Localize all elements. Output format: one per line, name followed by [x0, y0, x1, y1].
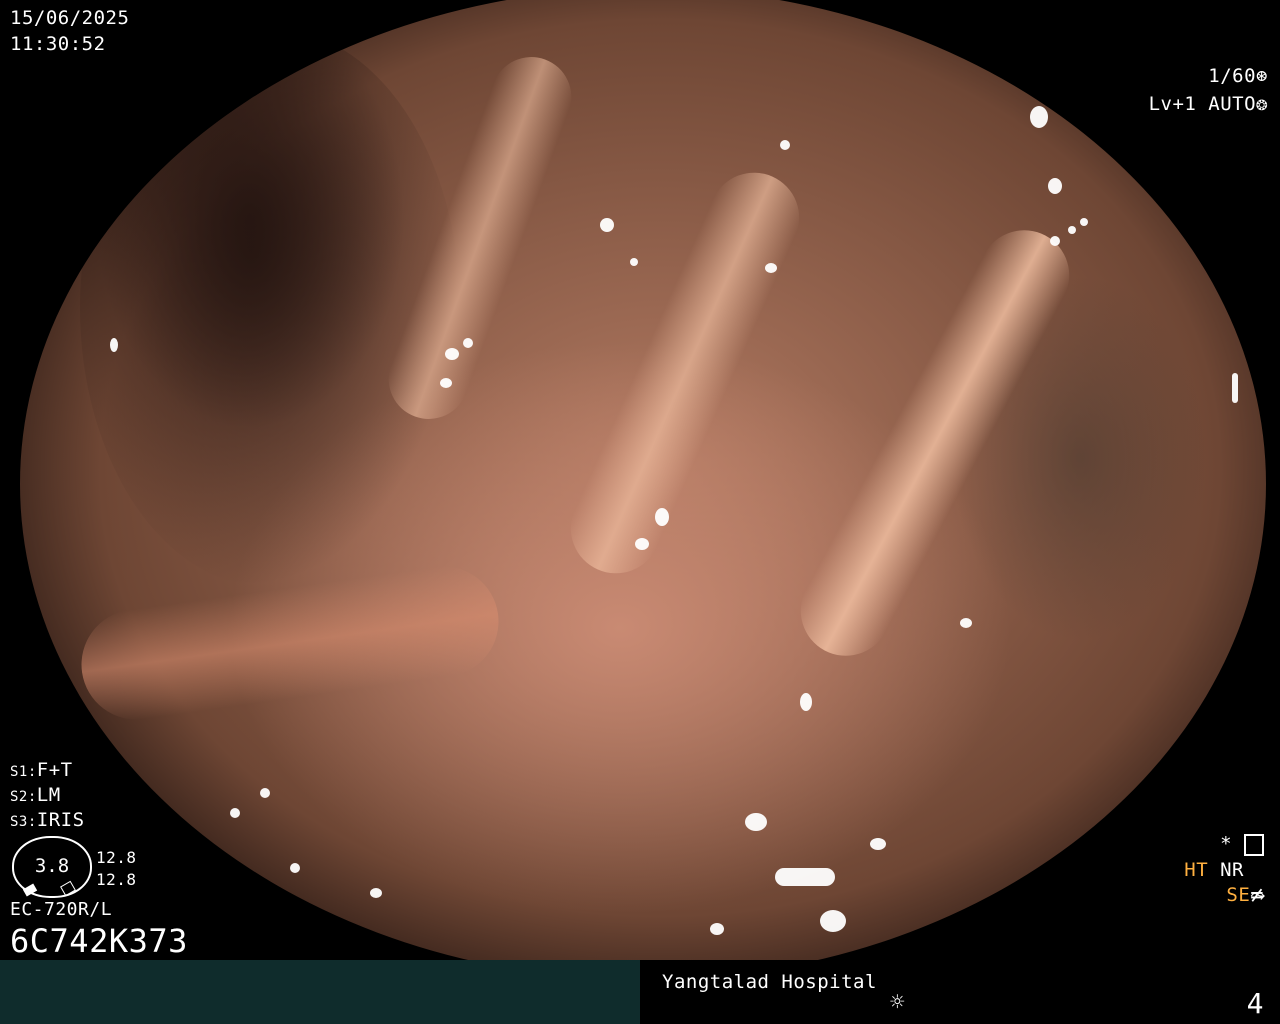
- image-count: 4: [1246, 987, 1264, 1020]
- se-label: SE: [1226, 884, 1251, 906]
- specular-highlight: [820, 910, 846, 932]
- s2-key: S2:: [10, 789, 37, 805]
- zoom-gauge: 3.8: [12, 836, 92, 898]
- specular-highlight: [775, 868, 835, 886]
- specular-highlight: [600, 218, 614, 232]
- specular-highlight: [765, 263, 777, 273]
- iris-icon: ❂: [1256, 93, 1268, 115]
- zoom-value: 3.8: [34, 855, 70, 877]
- specular-highlight: [445, 348, 459, 360]
- specular-highlight: [630, 258, 638, 266]
- setting-s3: S3:IRIS: [10, 808, 85, 834]
- bottom-bar-right: Yangtalad Hospital ☼ 4: [640, 960, 1280, 1024]
- lumen-shadow: [80, 28, 460, 588]
- s1-key: S1:: [10, 764, 37, 780]
- s2-value: LM: [36, 784, 61, 806]
- zoom-top-value: 12.8: [96, 848, 137, 867]
- s1-value: F+T: [36, 759, 73, 781]
- s3-key: S3:: [10, 814, 37, 830]
- specular-highlight: [1030, 106, 1048, 128]
- mode-value: AUTO: [1208, 93, 1257, 115]
- time-readout: 11:30:52: [10, 33, 106, 55]
- settings-panel-icon: [1244, 833, 1264, 856]
- scope-serial: 6C742K373: [10, 922, 188, 960]
- not-equal-icon: ≠: [1250, 883, 1264, 908]
- specular-highlight: [1050, 236, 1060, 246]
- specular-highlight: [870, 838, 886, 850]
- level-mode-readout: Lv+1 AUTO❂: [1125, 68, 1268, 116]
- mucosal-fold: [784, 214, 1086, 672]
- specular-highlight: [463, 338, 473, 348]
- specular-highlight: [800, 693, 812, 711]
- mucosal-fold: [556, 158, 814, 588]
- scope-model: EC-720R/L: [10, 899, 113, 920]
- specular-highlight: [310, 928, 320, 938]
- specular-highlight: [370, 888, 382, 898]
- setting-s1: S1:F+T: [10, 758, 73, 784]
- specular-highlight: [1080, 218, 1088, 226]
- date-readout: 15/06/2025: [10, 7, 130, 29]
- specular-highlight: [1048, 178, 1062, 194]
- setting-s2: S2:LM: [10, 783, 61, 809]
- hospital-name: Yangtalad Hospital: [662, 971, 877, 993]
- level-value: Lv+1: [1148, 93, 1197, 115]
- sun-icon: ☼: [890, 988, 905, 1016]
- specular-highlight: [780, 140, 790, 150]
- specular-highlight: [260, 788, 270, 798]
- specular-highlight: [655, 508, 669, 526]
- specular-highlight: [110, 338, 118, 352]
- s3-value: IRIS: [36, 809, 85, 831]
- specular-highlight: [960, 618, 972, 628]
- specular-highlight: [635, 538, 649, 550]
- gauge-marker-outline-icon: [60, 880, 76, 897]
- zoom-bottom-value: 12.8: [96, 870, 137, 889]
- specular-highlight: [710, 923, 724, 935]
- gauge-marker-icon: [22, 883, 38, 897]
- specular-highlight: [230, 808, 240, 818]
- specular-highlight: [440, 378, 452, 388]
- specular-highlight: [290, 863, 300, 873]
- endoscope-image: [20, 0, 1266, 980]
- specular-highlight: [1232, 373, 1238, 403]
- specular-highlight: [1068, 226, 1076, 234]
- specular-highlight: [745, 813, 767, 831]
- bottom-bar-left: [0, 960, 640, 1024]
